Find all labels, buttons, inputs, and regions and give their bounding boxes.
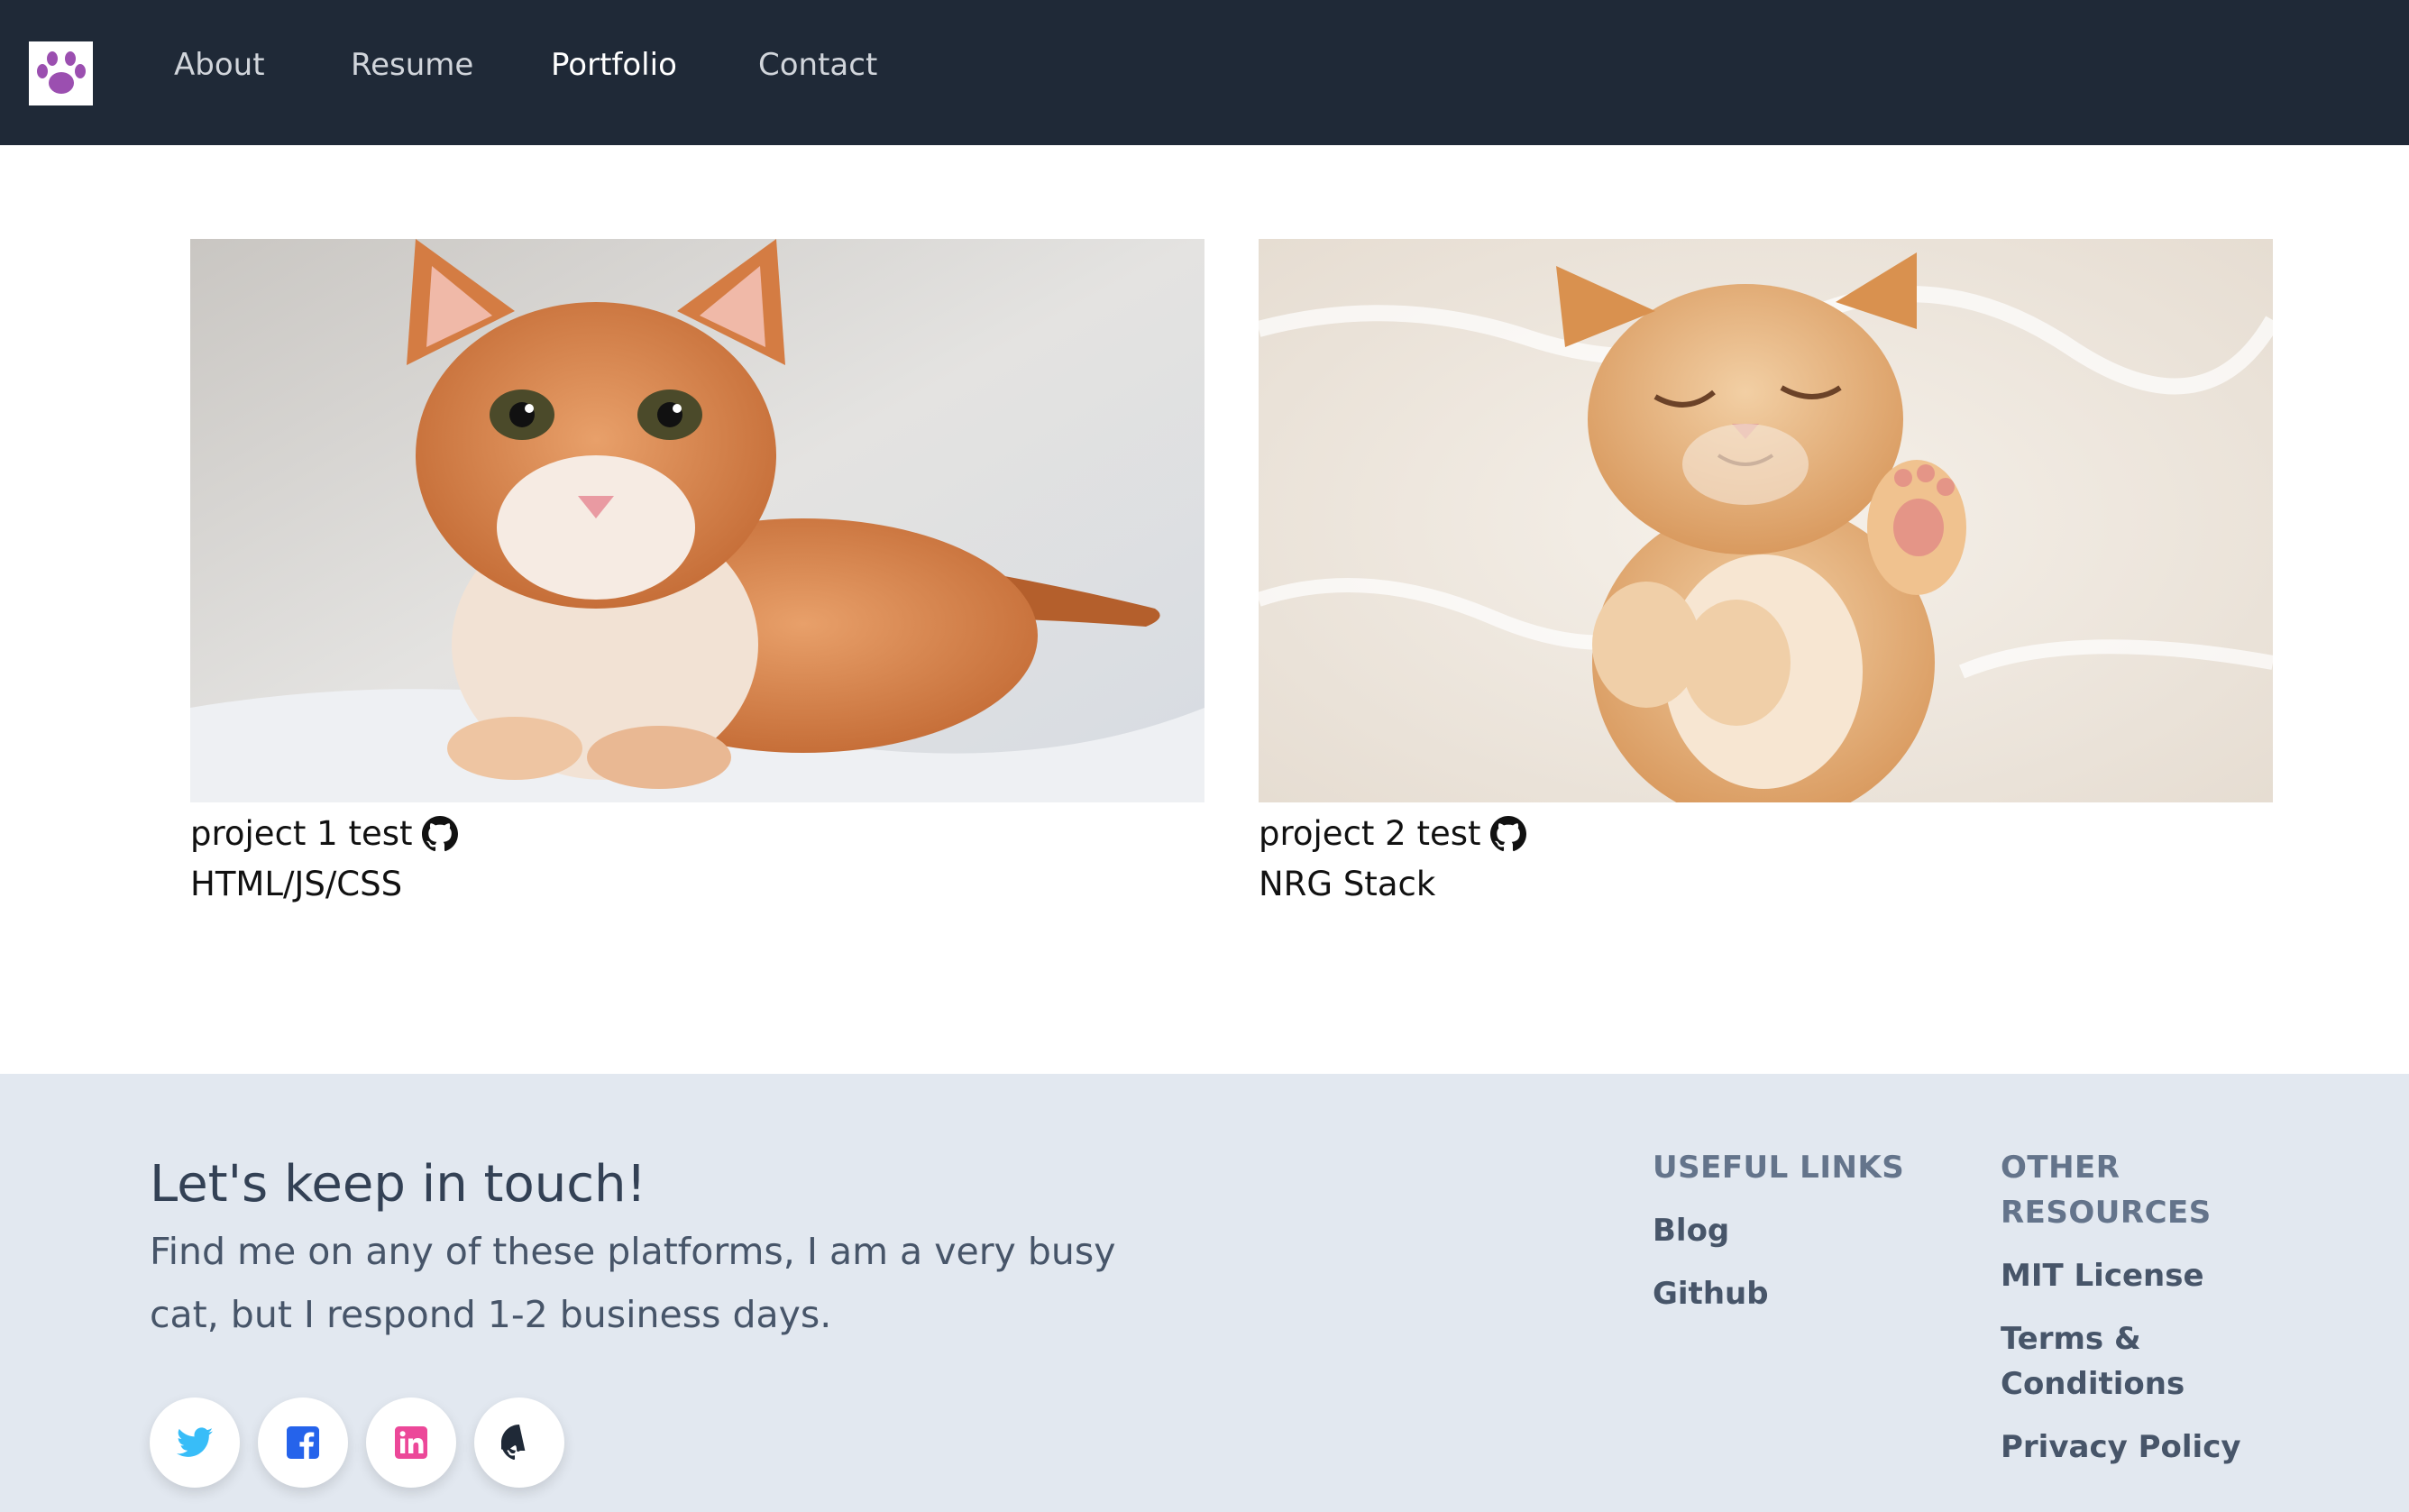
project-github-link[interactable] xyxy=(1489,816,1526,852)
github-icon xyxy=(501,1425,526,1461)
project-tech: HTML/JS/CSS xyxy=(190,865,403,903)
other-resources-column: OTHER RESOURCES MIT License Terms & Cond… xyxy=(2001,1145,2271,1488)
useful-links-heading: USEFUL LINKS xyxy=(1653,1150,1905,1186)
linkedin-icon xyxy=(395,1426,427,1459)
project-image[interactable] xyxy=(1259,239,2273,802)
nav-portfolio-link[interactable]: Portfolio xyxy=(551,45,677,85)
other-resources-heading: OTHER RESOURCES xyxy=(2001,1150,2212,1231)
linkedin-button[interactable] xyxy=(366,1397,456,1488)
facebook-button[interactable] xyxy=(258,1397,348,1488)
github-button[interactable] xyxy=(474,1397,564,1488)
footer-subheading: Find me on any of these platforms, I am … xyxy=(150,1230,1116,1336)
project-github-link[interactable] xyxy=(421,816,458,852)
twitter-button[interactable] xyxy=(150,1397,240,1488)
project-title: project 1 test xyxy=(190,814,413,853)
paw-icon xyxy=(36,50,86,94)
github-icon xyxy=(1489,816,1526,852)
github-icon xyxy=(421,816,458,852)
footer-link-github[interactable]: Github xyxy=(1653,1271,1941,1316)
project-card: project 2 test NRG Stack xyxy=(1259,239,2273,911)
logo-button[interactable] xyxy=(29,41,93,105)
project-title-row: project 2 test xyxy=(1259,810,2273,858)
nav-about-link[interactable]: About xyxy=(174,45,265,85)
top-navbar: About Resume Portfolio Contact xyxy=(0,0,2409,145)
useful-links-column: USEFUL LINKS Blog Github xyxy=(1653,1145,1941,1334)
project-title: project 2 test xyxy=(1259,814,1481,853)
footer-heading: Let's keep in touch! xyxy=(150,1155,646,1214)
project-image[interactable] xyxy=(190,239,1204,802)
nav-contact-link[interactable]: Contact xyxy=(758,45,877,85)
footer-link-blog[interactable]: Blog xyxy=(1653,1208,1941,1253)
footer-link-mit-license[interactable]: MIT License xyxy=(2001,1253,2271,1298)
project-card: project 1 test HTML/JS/CSS xyxy=(190,239,1204,911)
twitter-icon xyxy=(177,1427,213,1457)
project-tech: NRG Stack xyxy=(1259,865,1436,903)
facebook-icon xyxy=(287,1426,319,1459)
nav-resume-link[interactable]: Resume xyxy=(351,45,473,85)
footer-link-terms[interactable]: Terms & Conditions xyxy=(2001,1316,2271,1407)
project-title-row: project 1 test xyxy=(190,810,1204,858)
footer-link-privacy[interactable]: Privacy Policy xyxy=(2001,1425,2271,1470)
